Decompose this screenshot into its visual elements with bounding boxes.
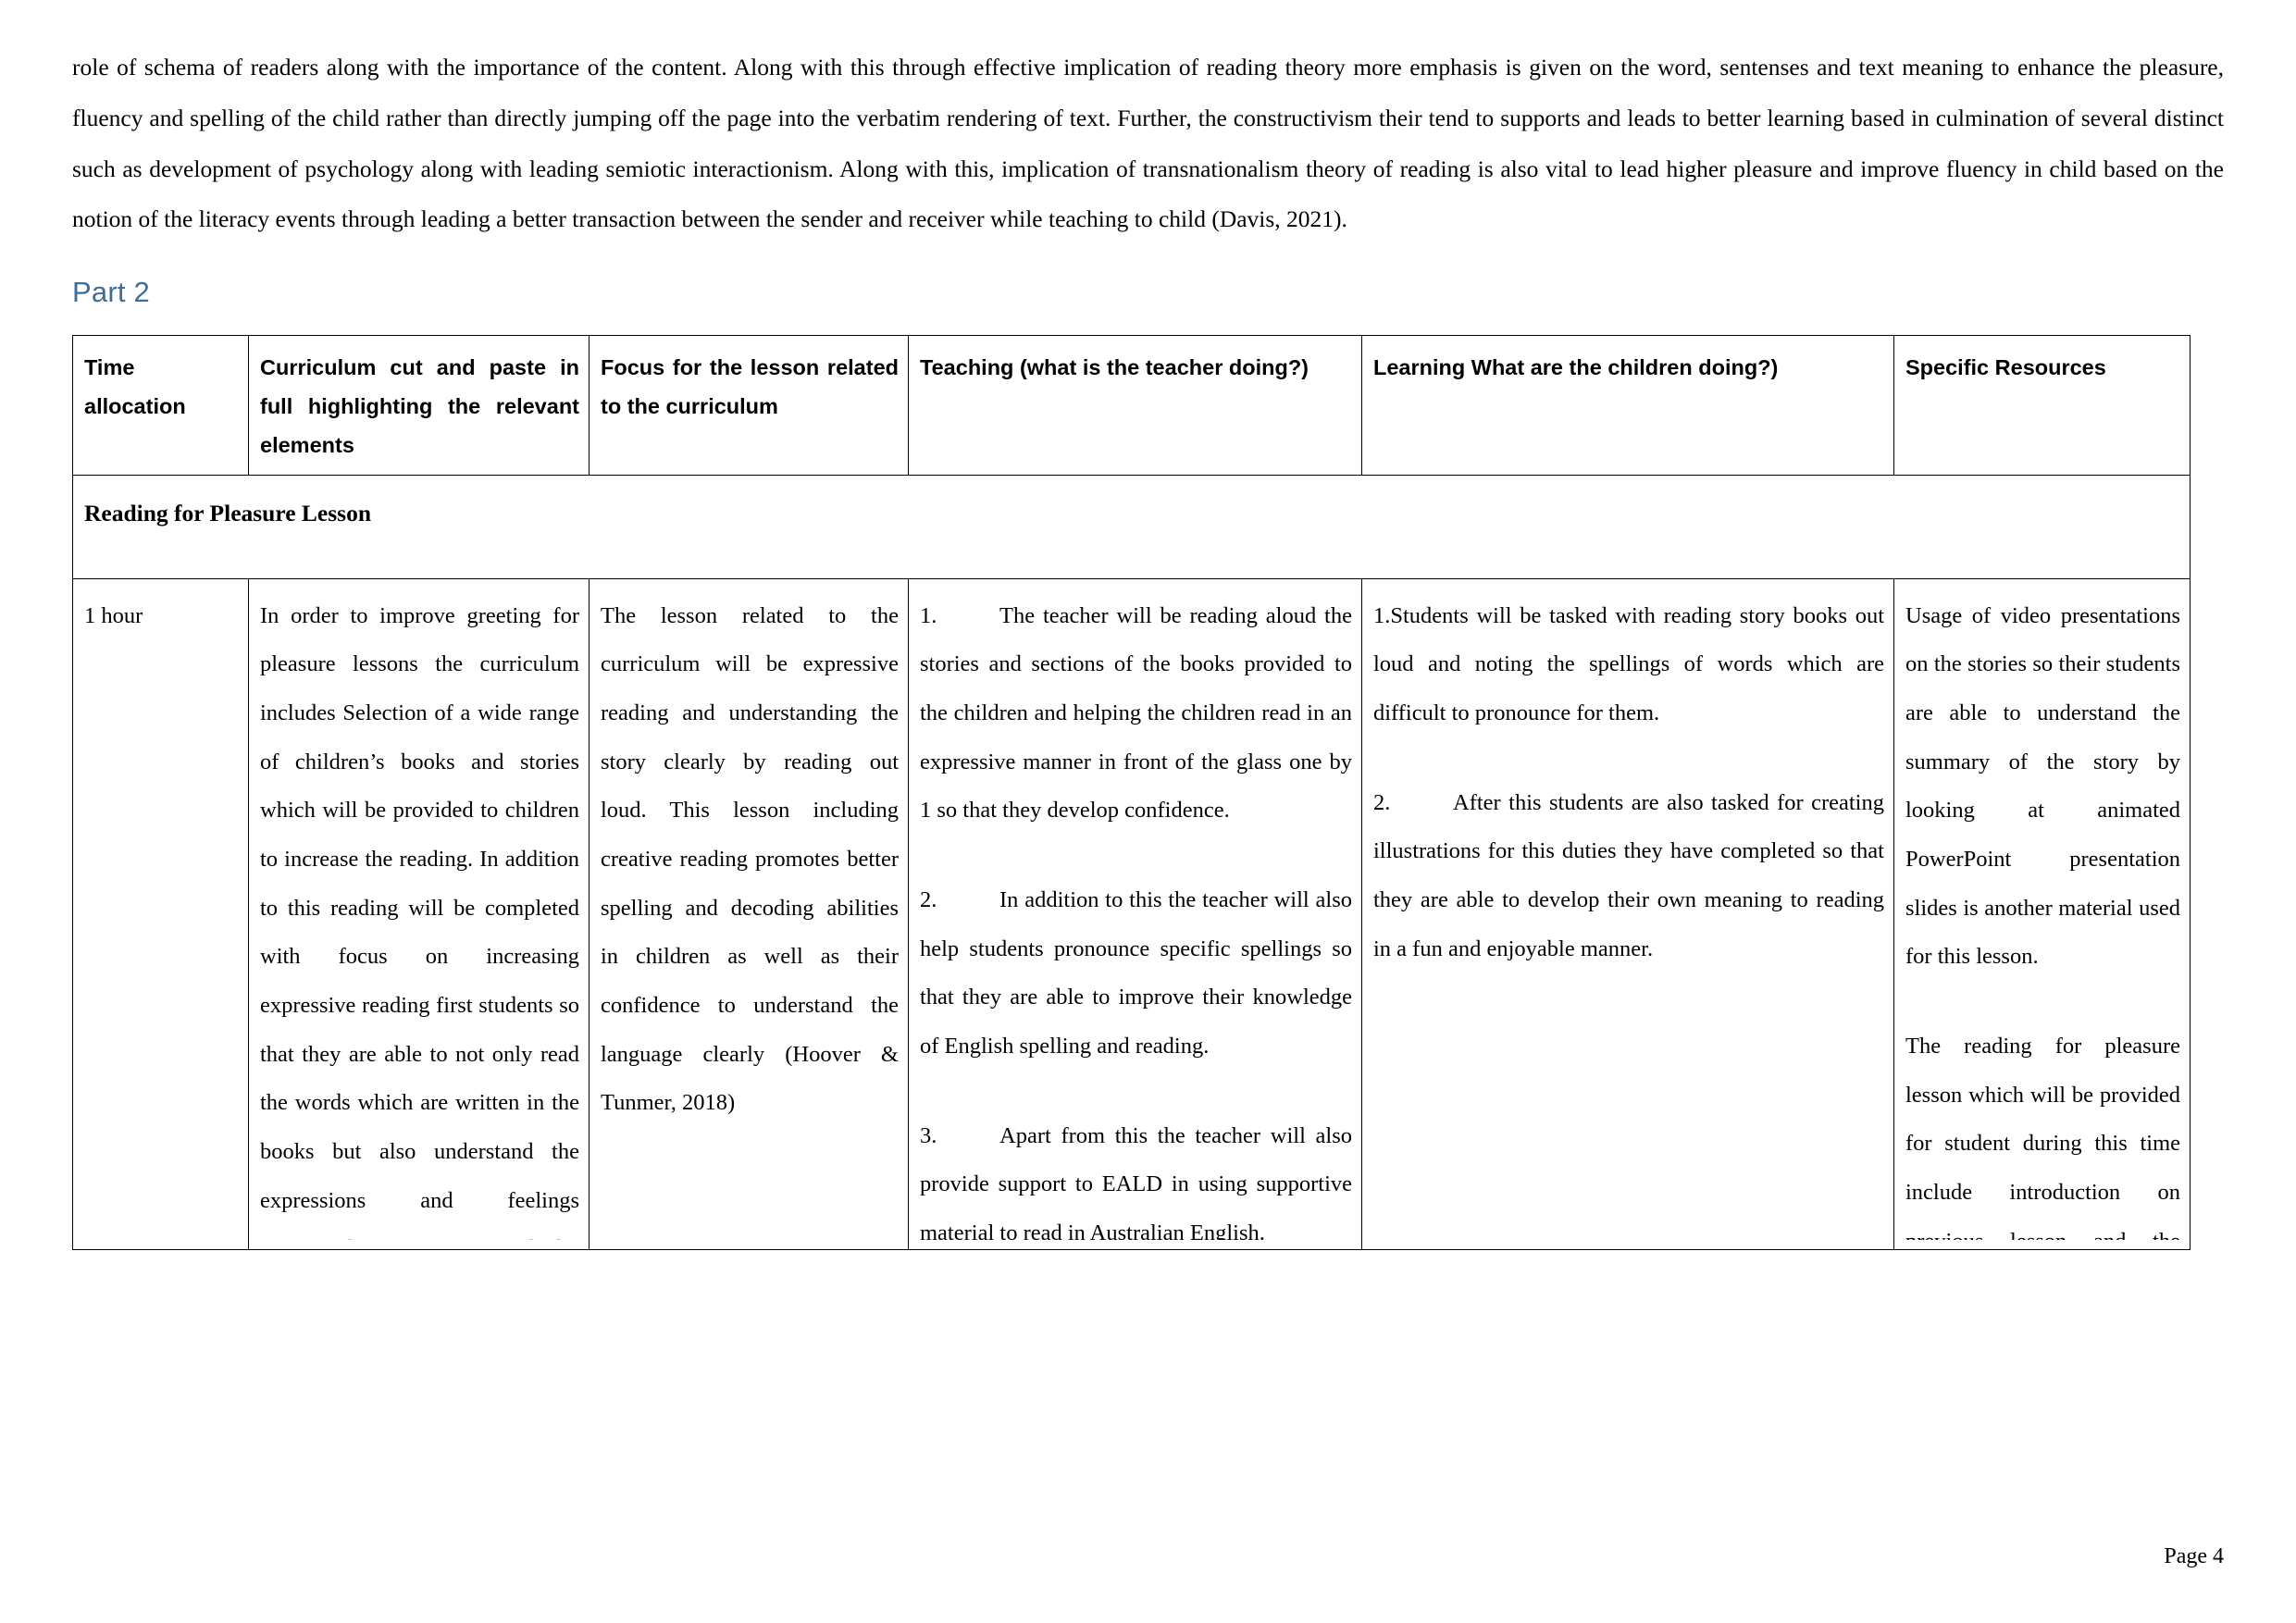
lesson-plan-table: Time allocation Curriculum cut and paste…	[72, 335, 2191, 1250]
page-title: Part 2	[72, 276, 150, 309]
column-header-label: Learning What are the children doing?)	[1373, 355, 1779, 380]
column-header-learning: Learning What are the children doing?)	[1361, 335, 1894, 476]
learning-item-number: 1.	[1373, 602, 1391, 628]
teaching-item-number: 3.	[920, 1122, 937, 1148]
teaching-list: 1. The teacher will be reading aloud the …	[920, 592, 1352, 1240]
time-allocation-value: 1 hour	[84, 602, 143, 628]
focus-text: The lesson related to the curriculum wil…	[601, 602, 899, 1116]
teaching-item: 2. In addition to this the teacher will a…	[920, 876, 1352, 1072]
cell-time-allocation: 1 hour	[72, 577, 249, 1250]
curriculum-text: In order to improve greeting for pleasur…	[260, 602, 579, 1240]
resources-paragraph: Usage of video presentations on the stor…	[1905, 602, 2180, 970]
resources-paragraph: The reading for pleasure lesson which wi…	[1905, 1034, 2180, 1240]
table-body: Reading for Pleasure Lesson 1 hour In or…	[72, 474, 2191, 1250]
cell-curriculum: In order to improve greeting for pleasur…	[248, 577, 590, 1250]
table-header: Time allocation Curriculum cut and paste…	[72, 335, 2191, 476]
column-header-focus: Focus for the lesson related to the curr…	[589, 335, 909, 476]
document-page: role of schema of readers along with the…	[0, 0, 2296, 1623]
page-number-footer: Page 4	[2164, 1544, 2224, 1568]
teaching-item: 3. Apart from this the teacher will also …	[920, 1112, 1352, 1240]
learning-item-number: 2.	[1373, 789, 1391, 815]
cell-focus: The lesson related to the curriculum wil…	[589, 577, 909, 1250]
column-header-teaching: Teaching (what is the teacher doing?)	[908, 335, 1362, 476]
section-row-cell: Reading for Pleasure Lesson	[72, 474, 2191, 579]
teaching-item-number: 2.	[920, 887, 937, 913]
column-header-label: Teaching (what is the teacher doing?)	[920, 355, 1309, 380]
cell-learning: 1.Students will be tasked with reading s…	[1361, 577, 1894, 1250]
column-header-label: Specific Resources	[1905, 355, 2106, 380]
cell-resources: Usage of video presentations on the stor…	[1893, 577, 2191, 1250]
teaching-item: 1. The teacher will be reading aloud the …	[920, 592, 1352, 836]
section-row-label: Reading for Pleasure Lesson	[84, 499, 372, 527]
table-header-row: Time allocation Curriculum cut and paste…	[72, 335, 2191, 476]
column-header-label: Curriculum cut and paste in full highlig…	[260, 355, 579, 457]
intro-paragraph: role of schema of readers along with the…	[72, 54, 2224, 233]
table-section-row: Reading for Pleasure Lesson	[72, 474, 2191, 579]
column-header-time-allocation: Time allocation	[72, 335, 249, 476]
column-header-label: Time allocation	[84, 355, 186, 419]
column-header-resources: Specific Resources	[1893, 335, 2191, 476]
column-header-curriculum: Curriculum cut and paste in full highlig…	[248, 335, 590, 476]
teaching-item-number: 1.	[920, 602, 937, 628]
cell-teaching: 1. The teacher will be reading aloud the …	[908, 577, 1362, 1250]
resources-list: Usage of video presentations on the stor…	[1905, 592, 2180, 1240]
learning-item: 1.Students will be tasked with reading s…	[1373, 592, 1884, 738]
table-row: 1 hour In order to improve greeting for …	[72, 577, 2191, 1250]
learning-list: 1.Students will be tasked with reading s…	[1373, 592, 1884, 974]
learning-item-text: Students will be tasked with reading sto…	[1373, 602, 1884, 726]
learning-item: 2. After this students are also tasked fo…	[1373, 779, 1884, 974]
column-header-label: Focus for the lesson related to the curr…	[601, 355, 899, 419]
